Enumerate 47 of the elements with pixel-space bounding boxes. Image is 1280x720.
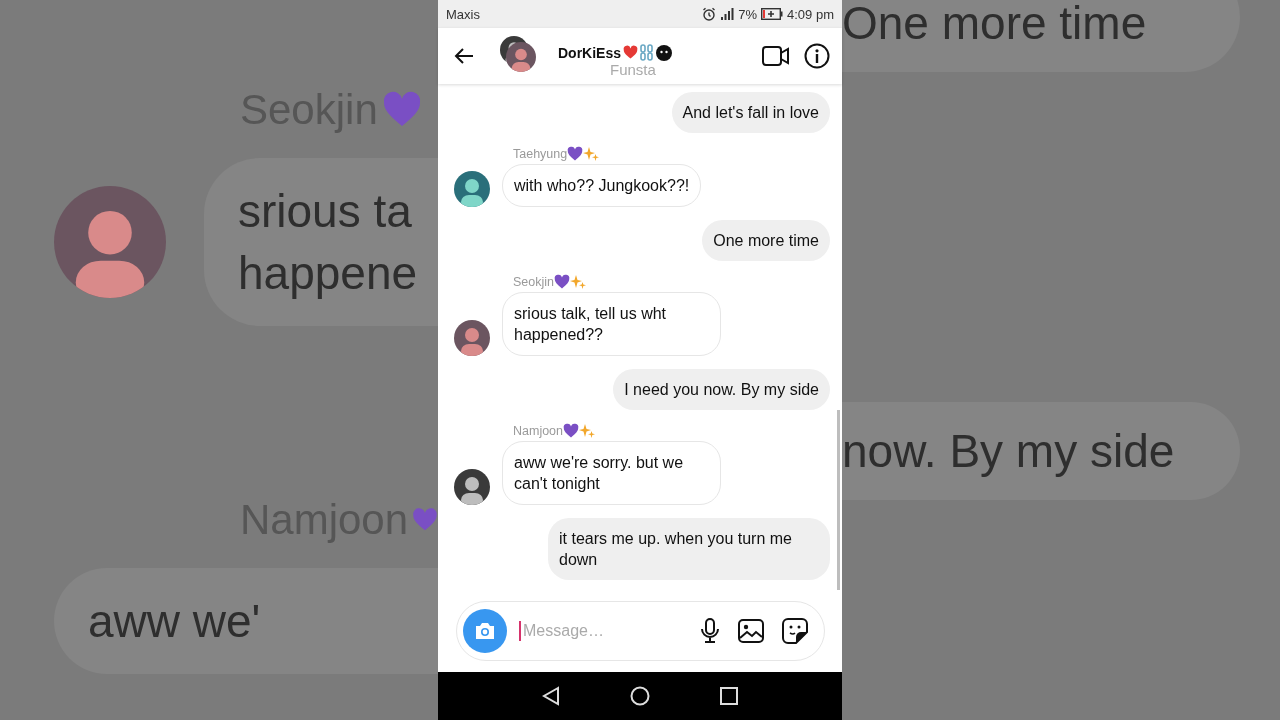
sender-name: Seokjin bbox=[513, 275, 554, 289]
recents-nav-button[interactable] bbox=[720, 687, 738, 705]
video-call-button[interactable] bbox=[762, 45, 790, 67]
received-message: srious talk, tell us wht happened?? bbox=[502, 292, 721, 356]
signal-icon bbox=[720, 8, 735, 20]
sent-message: I need you now. By my side bbox=[613, 369, 830, 410]
chat-subtitle: Funsta bbox=[610, 61, 656, 78]
chain-icon bbox=[640, 44, 655, 61]
sparkle-icon bbox=[579, 423, 596, 439]
sent-message: And let's fall in love bbox=[671, 92, 830, 133]
image-button[interactable] bbox=[738, 619, 764, 643]
avatar bbox=[454, 320, 490, 356]
sparkle-icon bbox=[570, 274, 586, 290]
avatar bbox=[454, 469, 490, 505]
sparkle-icon bbox=[583, 146, 600, 162]
received-message: aww we're sorry. but we can't tonight bbox=[502, 441, 721, 505]
sender-name: Namjoon bbox=[513, 424, 564, 438]
sent-message: One more time bbox=[702, 220, 830, 261]
heart-icon bbox=[623, 45, 639, 60]
sticker-button[interactable] bbox=[782, 618, 808, 644]
sent-message: it tears me up. when you turn me down bbox=[548, 518, 830, 580]
avatar bbox=[454, 171, 490, 207]
heart-icon bbox=[567, 146, 584, 162]
alarm-icon bbox=[702, 7, 717, 21]
back-button[interactable] bbox=[454, 47, 474, 65]
battery-percent: 7% bbox=[738, 6, 757, 22]
blurred-message-bubble: One more time bbox=[842, 0, 1240, 72]
heart-icon bbox=[554, 274, 570, 290]
received-message: with who?? Jungkook??! bbox=[502, 164, 702, 207]
face-icon bbox=[656, 44, 673, 61]
chat-title: DorKiEss bbox=[558, 44, 622, 61]
camera-icon bbox=[474, 622, 496, 640]
back-nav-button[interactable] bbox=[542, 686, 560, 706]
battery-icon bbox=[761, 8, 783, 20]
info-button[interactable] bbox=[804, 43, 830, 69]
sender-name: Taehyung bbox=[513, 147, 568, 161]
avatar bbox=[506, 42, 536, 72]
heart-icon bbox=[563, 423, 580, 439]
scrollbar[interactable] bbox=[837, 410, 840, 590]
camera-button[interactable] bbox=[463, 609, 507, 653]
blurred-message-bubble: now. By my side bbox=[842, 402, 1240, 500]
blurred-message-bubble: aww we' bbox=[54, 568, 438, 674]
carrier-name: Maxis bbox=[446, 6, 481, 22]
microphone-button[interactable] bbox=[700, 618, 720, 644]
home-nav-button[interactable] bbox=[630, 686, 650, 706]
clock: 4:09 pm bbox=[787, 6, 834, 22]
blurred-message-bubble: srious ta happene bbox=[204, 158, 438, 326]
